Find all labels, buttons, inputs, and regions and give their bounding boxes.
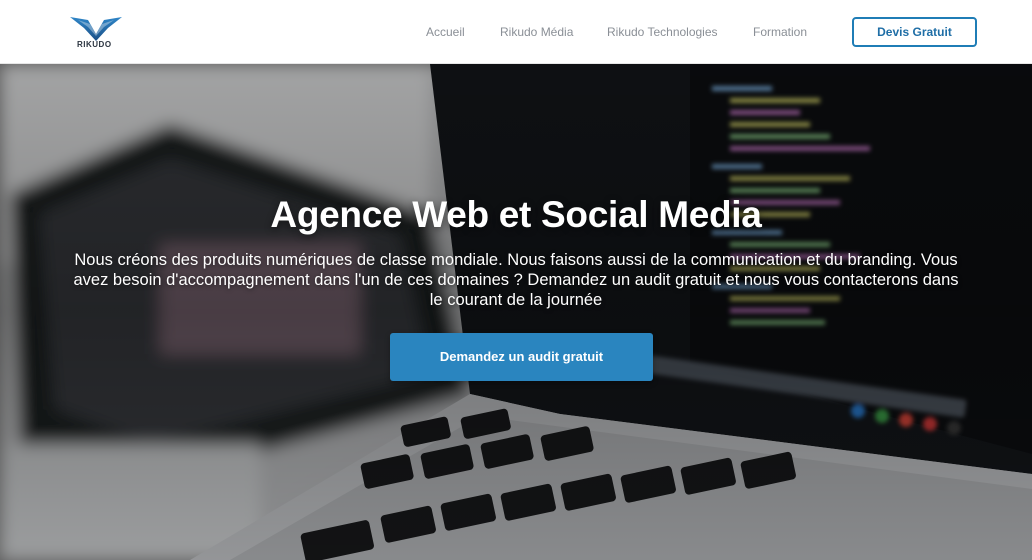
- brand-name: RIKUDO: [77, 40, 112, 49]
- hero-content: Agence Web et Social Media Nous créons d…: [0, 64, 1032, 560]
- hero-title: Agence Web et Social Media: [270, 194, 762, 235]
- hero-description: Nous créons des produits numériques de c…: [73, 251, 959, 309]
- nav-item-formation[interactable]: Formation: [753, 25, 807, 39]
- hero-section: Agence Web et Social Media Nous créons d…: [0, 64, 1032, 560]
- nav-item-rikudo-media[interactable]: Rikudo Média: [500, 25, 573, 39]
- devis-gratuit-button[interactable]: Devis Gratuit: [852, 17, 977, 47]
- brand-logo[interactable]: RIKUDO: [68, 14, 124, 52]
- nav-item-accueil[interactable]: Accueil: [426, 25, 465, 39]
- audit-gratuit-button[interactable]: Demandez un audit gratuit: [390, 333, 653, 381]
- nav-item-rikudo-technologies[interactable]: Rikudo Technologies: [607, 25, 718, 39]
- wing-logo-icon: [70, 17, 122, 41]
- site-header: RIKUDO Accueil Rikudo Média Rikudo Techn…: [0, 0, 1032, 64]
